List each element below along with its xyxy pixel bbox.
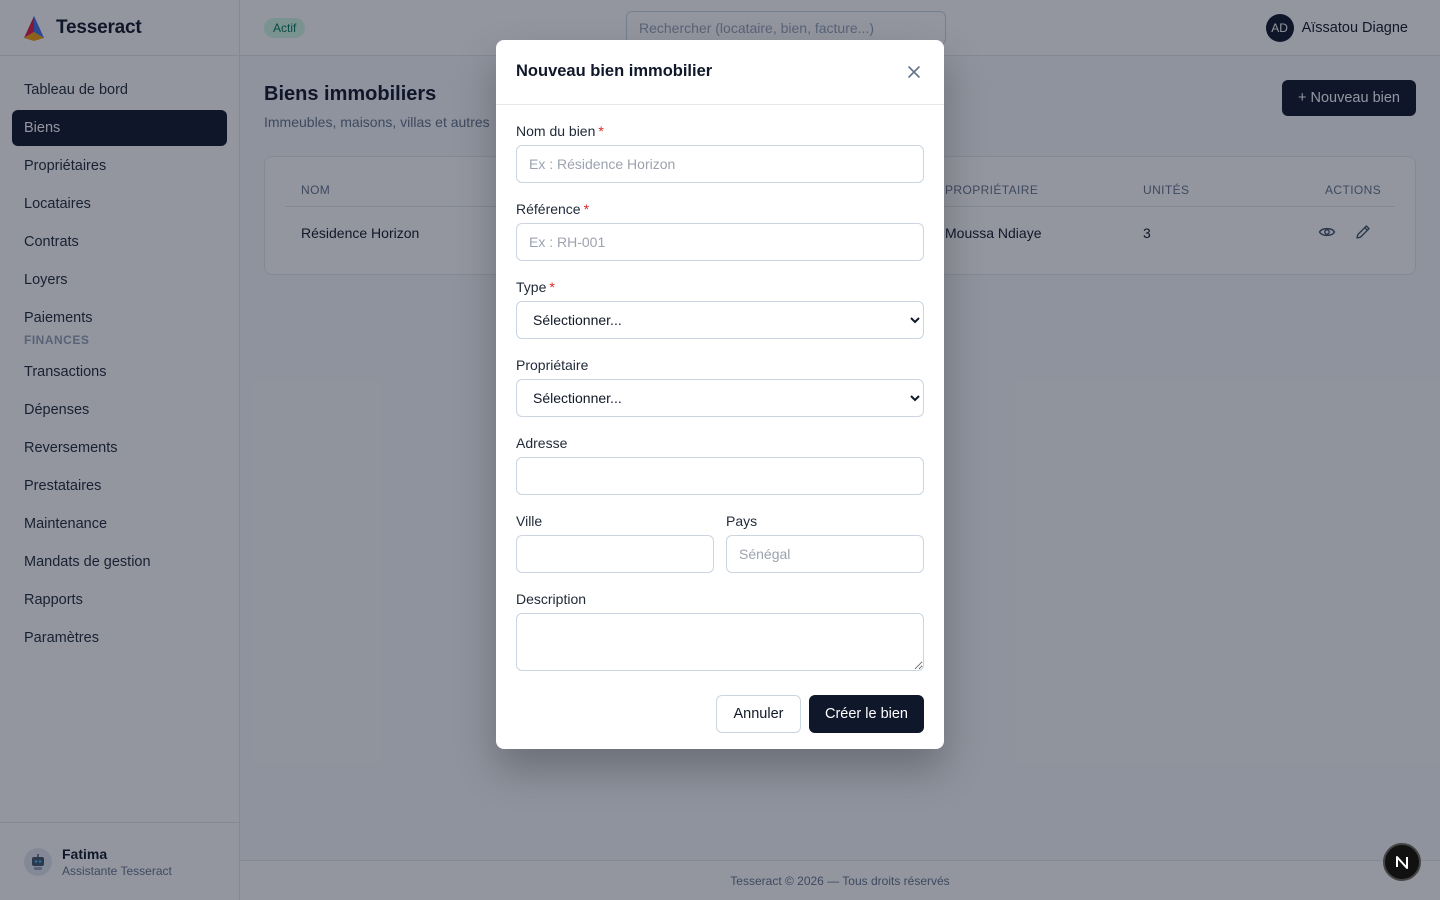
next-devtools-button[interactable] — [1383, 843, 1421, 881]
description-textarea[interactable] — [516, 613, 924, 671]
modal-title: Nouveau bien immobilier — [516, 62, 713, 80]
required-marker: * — [598, 123, 604, 139]
owner-label: Propriétaire — [516, 357, 589, 373]
reference-input[interactable] — [516, 223, 924, 261]
address-input[interactable] — [516, 457, 924, 495]
close-icon[interactable] — [904, 62, 924, 82]
type-label: Type * — [516, 279, 555, 295]
required-marker: * — [583, 201, 590, 217]
property-name-input[interactable] — [516, 145, 924, 183]
reference-label-text: Référence — [516, 201, 581, 217]
modal-header: Nouveau bien immobilier — [496, 40, 944, 105]
owner-select[interactable]: Sélectionner... — [516, 379, 924, 417]
required-marker: * — [549, 279, 555, 295]
address-label: Adresse — [516, 435, 568, 451]
country-label: Pays — [726, 513, 758, 529]
n-logo-icon — [1396, 856, 1408, 869]
cancel-button[interactable]: Annuler — [716, 695, 801, 733]
name-label: Nom du bien * — [516, 123, 604, 139]
description-label: Description — [516, 591, 587, 607]
city-input[interactable] — [516, 535, 714, 573]
new-property-dialog: Nouveau bien immobilier Nom du bien* Réf… — [496, 40, 944, 749]
name-label-text: Nom du bien — [516, 123, 596, 139]
city-label: Ville — [516, 513, 543, 529]
type-select[interactable]: Sélectionner... — [516, 301, 924, 339]
reference-label: Référence * — [516, 201, 589, 217]
country-input[interactable] — [726, 535, 924, 573]
type-label-text: Type — [516, 279, 547, 295]
create-property-button[interactable]: Créer le bien — [809, 695, 924, 733]
